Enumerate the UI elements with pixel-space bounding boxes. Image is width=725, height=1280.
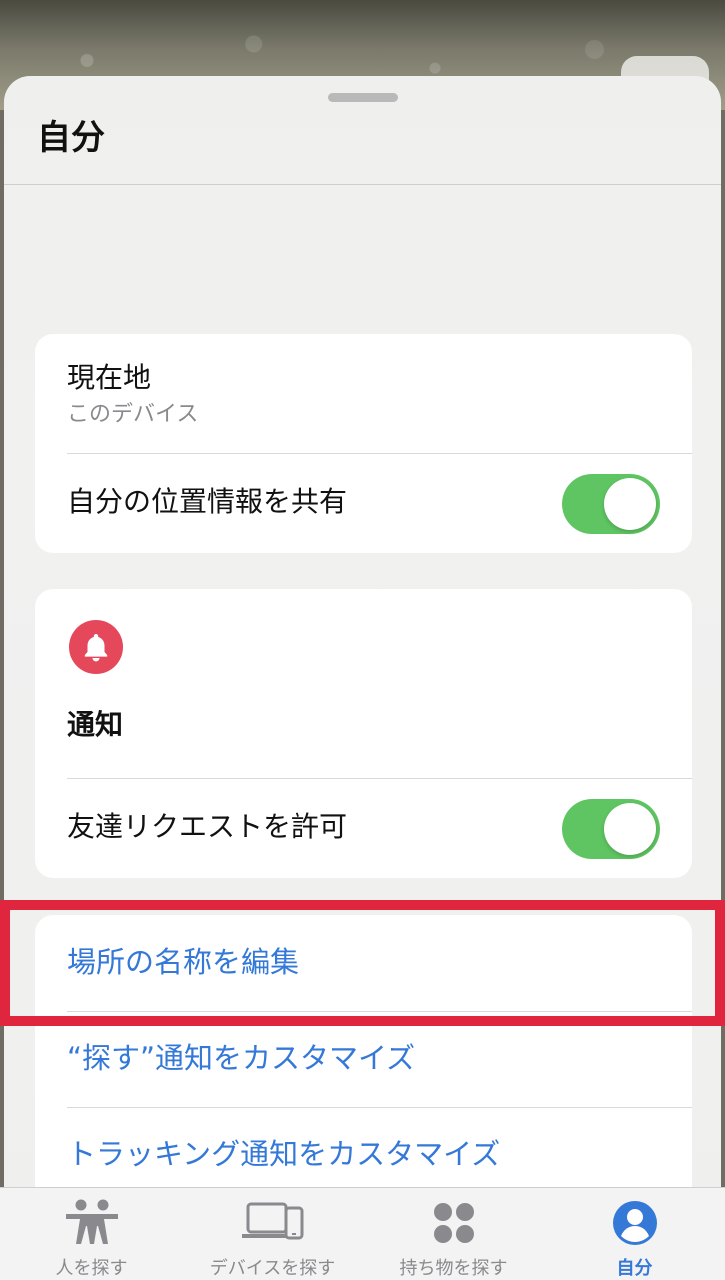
tab-items-label: 持ち物を探す <box>399 1258 508 1279</box>
customize-tracking-notifications-link[interactable]: トラッキング通知をカスタマイズ <box>67 1135 500 1173</box>
items-icon <box>429 1198 479 1252</box>
tab-me[interactable]: 自分 <box>544 1188 725 1280</box>
tab-devices-label: デバイスを探す <box>209 1258 336 1279</box>
current-location-title: 現在地 <box>67 361 152 394</box>
location-card: 現在地 このデバイス 自分の位置情報を共有 <box>35 334 692 553</box>
share-location-label: 自分の位置情報を共有 <box>67 485 348 518</box>
links-card: 場所の名称を編集 “探す”通知をカスタマイズ トラッキング通知をカスタマイズ <box>35 915 692 1215</box>
tab-bar: 人を探す デバイスを探す 持ち物を探す 自分 <box>0 1187 725 1280</box>
share-location-toggle[interactable] <box>562 474 660 534</box>
tab-items[interactable]: 持ち物を探す <box>363 1188 544 1280</box>
divider <box>67 1011 692 1012</box>
tab-me-label: 自分 <box>616 1258 653 1279</box>
divider <box>67 453 692 454</box>
bell-icon <box>69 620 123 674</box>
tab-people-label: 人を探す <box>55 1258 128 1279</box>
devices-icon <box>240 1198 306 1252</box>
friend-requests-toggle[interactable] <box>562 799 660 859</box>
sheet-grabber[interactable] <box>328 93 398 102</box>
tab-people[interactable]: 人を探す <box>1 1188 182 1280</box>
customize-findmy-notifications-link[interactable]: “探す”通知をカスタマイズ <box>67 1039 415 1077</box>
notifications-heading: 通知 <box>67 708 124 741</box>
friend-requests-label: 友達リクエストを許可 <box>67 810 348 843</box>
title-divider <box>4 184 721 185</box>
toggle-knob <box>604 803 656 855</box>
notifications-card: 通知 友達リクエストを許可 <box>35 589 692 878</box>
page-title: 自分 <box>37 118 105 158</box>
current-location-device: このデバイス <box>67 402 199 427</box>
tab-devices[interactable]: デバイスを探す <box>182 1188 363 1280</box>
divider <box>67 1107 692 1108</box>
me-sheet: 自分 現在地 このデバイス 自分の位置情報を共有 通知 友達リクエストを許可 場… <box>4 76 721 1280</box>
toggle-knob <box>604 478 656 530</box>
person-circle-icon <box>610 1198 660 1252</box>
divider <box>67 778 692 779</box>
people-icon <box>62 1198 122 1252</box>
edit-place-names-link[interactable]: 場所の名称を編集 <box>67 943 299 981</box>
